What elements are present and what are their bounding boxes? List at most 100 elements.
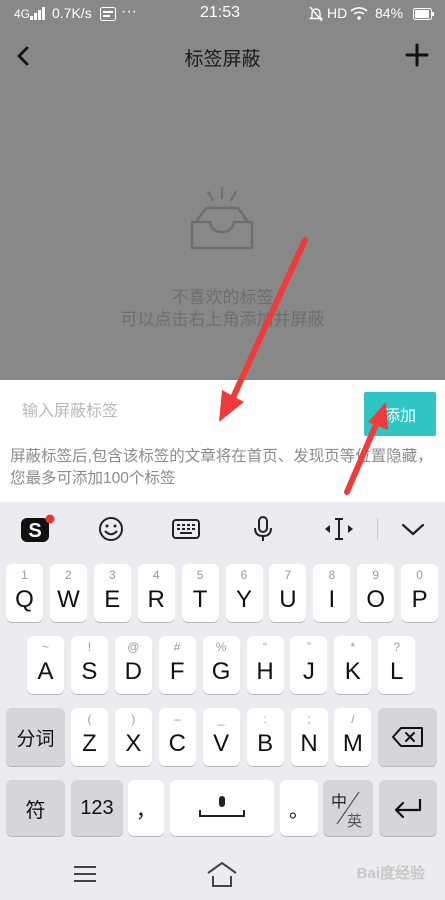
key-secondary-label: :: [263, 712, 267, 726]
key-label: N: [300, 730, 318, 757]
slash-icon: [336, 791, 360, 825]
key-label: Y: [235, 586, 252, 613]
key-label: K: [344, 658, 361, 685]
comma-key[interactable]: ，: [128, 780, 164, 836]
menu-icon[interactable]: [73, 864, 97, 884]
key-secondary-label: 6: [240, 568, 248, 582]
backspace-icon: [392, 727, 423, 747]
key-label: C: [168, 730, 186, 757]
clock: 21:53: [200, 4, 241, 21]
key-secondary-label: %: [215, 640, 227, 654]
key-label: I: [328, 586, 336, 613]
key-secondary-label: ”: [306, 640, 311, 654]
key-label: E: [104, 586, 121, 613]
key-label: L: [390, 658, 404, 685]
key-v[interactable]: _ V: [202, 708, 240, 766]
key-y[interactable]: 6Y: [225, 564, 263, 622]
enter-key[interactable]: [379, 780, 437, 836]
hd-badge: HD: [327, 5, 348, 21]
key-q[interactable]: 1Q: [6, 564, 43, 622]
language-switch-key[interactable]: 中 英: [323, 780, 373, 836]
svg-text:S: S: [28, 520, 41, 542]
key-x[interactable]: ) X: [114, 708, 152, 766]
cursor-icon[interactable]: [321, 514, 357, 544]
key-w[interactable]: 2W: [49, 564, 87, 622]
key-o[interactable]: 9O: [357, 564, 395, 622]
key-f[interactable]: # F: [158, 636, 196, 694]
key-secondary-label: 3: [108, 568, 116, 582]
key-label: R: [147, 586, 165, 613]
key-s[interactable]: ! S: [70, 636, 108, 694]
block-tag-hint: 屏蔽标签后,包含该标签的文章将在首页、发现页等位置隐藏，您最多可添加100个标签: [10, 448, 433, 487]
key-secondary-label: 8: [328, 568, 336, 582]
keyboard-icon[interactable]: [168, 514, 204, 544]
wifi-icon: [350, 7, 368, 20]
key-secondary-label: 7: [284, 568, 292, 582]
key-label: V: [213, 730, 230, 757]
notification-app-icon: [100, 7, 116, 21]
key-i[interactable]: 8I: [313, 564, 351, 622]
plus-icon[interactable]: [405, 43, 429, 67]
key-j[interactable]: ” J: [290, 636, 328, 694]
key-label: G: [211, 658, 231, 685]
soft-keyboard: 分词 符 123 ， 。 中 英 1Q2W3E4R5T6Y7U8I9O 0 P …: [0, 556, 445, 846]
key-label: P: [411, 586, 428, 613]
tag-input[interactable]: [10, 394, 350, 430]
bottom-nav: Bai度经验: [0, 846, 445, 900]
dimmed-page[interactable]: 4G 0.7K/s ··· 21:53 HD 84% 标签屏蔽 不喜欢的标签 可…: [0, 0, 445, 380]
key-secondary-label: *: [350, 640, 356, 654]
key-secondary-label: _: [217, 712, 225, 726]
key-secondary-label: #: [173, 640, 181, 654]
key-secondary-label: 2: [65, 568, 72, 582]
key-secondary-label: ;: [307, 712, 311, 726]
signal-icon: [30, 7, 45, 20]
key-secondary-label: “: [263, 640, 267, 654]
key-z[interactable]: (Z: [71, 708, 108, 766]
key-m[interactable]: / M: [334, 708, 372, 766]
key-label: M: [342, 730, 363, 757]
key-label: X: [125, 730, 142, 757]
key-e[interactable]: 3E: [93, 564, 131, 622]
key-secondary-label: ): [131, 712, 136, 726]
network-speed: 0.7K/s: [52, 5, 92, 21]
key-label: B: [257, 730, 274, 757]
key-label: Q: [15, 586, 34, 613]
key-b[interactable]: :B: [246, 708, 284, 766]
emoji-icon[interactable]: [93, 514, 129, 544]
key-t[interactable]: 5T: [181, 564, 219, 622]
key-secondary-label: ~: [41, 640, 49, 654]
key-u[interactable]: 7U: [269, 564, 307, 622]
sogou-logo-icon[interactable]: S: [18, 514, 56, 544]
collapse-chevron-icon[interactable]: [395, 514, 431, 544]
key-g[interactable]: % G: [202, 636, 240, 694]
key-k[interactable]: * K: [334, 636, 372, 694]
key-secondary-label: (: [87, 712, 92, 726]
period-key[interactable]: 。: [280, 780, 318, 836]
key-l[interactable]: ? L: [378, 636, 416, 694]
key-r[interactable]: 4R: [137, 564, 175, 622]
key-label: J: [302, 658, 315, 685]
key-label: O: [366, 586, 386, 613]
ime-toolbar: S: [0, 502, 445, 556]
fenci-key[interactable]: 分词: [6, 708, 65, 766]
more-notifications-icon: ···: [121, 3, 137, 20]
add-button[interactable]: 添加: [364, 392, 436, 436]
page-title: 标签屏蔽: [184, 49, 261, 70]
key-label: T: [192, 586, 208, 613]
key-c[interactable]: – C: [158, 708, 196, 766]
key-secondary-label: !: [87, 640, 92, 654]
key-secondary-label: @: [127, 640, 140, 654]
key-secondary-label: 4: [152, 568, 160, 582]
key-h[interactable]: “H: [246, 636, 284, 694]
space-key[interactable]: [170, 780, 274, 836]
numbers-key[interactable]: 123: [71, 780, 123, 836]
microphone-icon[interactable]: [245, 514, 281, 544]
home-icon[interactable]: [205, 860, 239, 888]
symbols-key[interactable]: 符: [6, 780, 65, 836]
key-d[interactable]: @ D: [114, 636, 152, 694]
key-a[interactable]: ~ A: [27, 636, 64, 694]
backspace-key[interactable]: [378, 708, 437, 766]
key-p[interactable]: 0P: [401, 564, 439, 622]
watermark: Bai度经验: [356, 865, 425, 882]
key-n[interactable]: ; N: [290, 708, 328, 766]
